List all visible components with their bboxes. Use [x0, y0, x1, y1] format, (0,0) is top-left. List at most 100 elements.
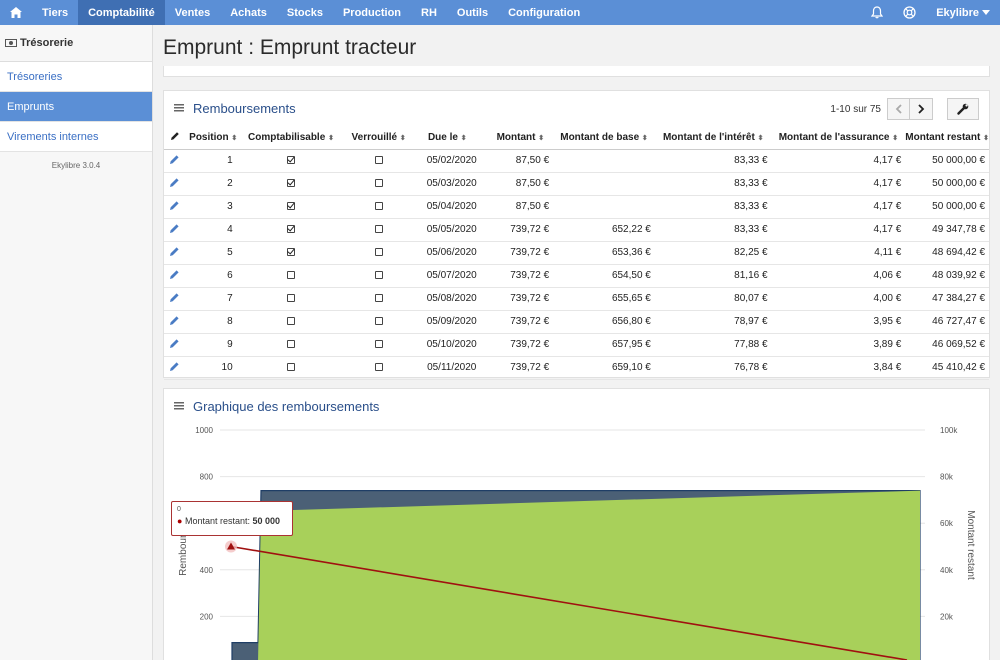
column-header-due-le[interactable]: Due le ⬍ — [415, 126, 488, 150]
help-icon[interactable] — [893, 0, 926, 25]
column-header-montant-restant[interactable]: Montant restant ⬍ — [905, 126, 989, 150]
cell-amount: 739,72 € — [487, 287, 554, 311]
pencil-icon[interactable] — [169, 315, 180, 329]
nav-production[interactable]: Production — [333, 0, 411, 25]
column-header-montant-de-base[interactable]: Montant de base ⬍ — [553, 126, 655, 150]
user-menu[interactable]: Ekylibre — [926, 0, 1000, 25]
cell-position: 6 — [185, 264, 241, 288]
pencil-icon[interactable] — [169, 200, 180, 214]
column-header-montant[interactable]: Montant ⬍ — [487, 126, 554, 150]
accountable-checkbox[interactable] — [286, 271, 295, 280]
cell-insurance-amount: 3,95 € — [771, 310, 906, 334]
cell-position: 7 — [185, 287, 241, 311]
chart-header: Graphique des remboursements — [164, 389, 989, 423]
cell-remaining-amount: 50 000,00 € — [905, 172, 989, 196]
home-icon[interactable] — [0, 0, 32, 25]
table-row: 6 05/07/2020 739,72 €654,50 €81,16 €4,06 €… — [164, 264, 989, 288]
pencil-icon[interactable] — [169, 154, 180, 168]
pencil-icon — [170, 131, 179, 140]
nav-ventes[interactable]: Ventes — [165, 0, 220, 25]
locked-checkbox[interactable] — [374, 156, 383, 165]
locked-checkbox[interactable] — [374, 179, 383, 188]
nav-achats[interactable]: Achats — [220, 0, 277, 25]
next-page-button[interactable] — [910, 98, 933, 120]
sidebar-item-emprunts[interactable]: Emprunts — [0, 92, 152, 122]
accountable-checkbox[interactable] — [286, 225, 295, 234]
pencil-icon[interactable] — [169, 269, 180, 283]
accountable-checkbox[interactable] — [286, 340, 295, 349]
accountable-checkbox[interactable] — [286, 363, 295, 372]
chevron-down-icon — [982, 10, 990, 15]
previous-page-button[interactable] — [887, 98, 910, 120]
bell-icon[interactable] — [861, 0, 893, 25]
locked-checkbox[interactable] — [374, 363, 383, 372]
cell-due-date: 05/04/2020 — [415, 195, 488, 219]
pencil-icon[interactable] — [169, 223, 180, 237]
cell-interest-amount: 77,88 € — [654, 333, 772, 357]
nav-rh[interactable]: RH — [411, 0, 447, 25]
locked-checkbox[interactable] — [374, 225, 383, 234]
accountable-checkbox[interactable] — [286, 202, 295, 211]
column-header-montant-interet[interactable]: Montant de l'intérêt ⬍ — [654, 126, 772, 150]
locked-checkbox[interactable] — [374, 202, 383, 211]
cell-base-amount: 653,36 € — [553, 241, 655, 265]
chevron-left-icon — [895, 104, 902, 114]
nav-comptabilite[interactable]: Comptabilité — [78, 0, 165, 25]
pencil-icon[interactable] — [169, 246, 180, 260]
table-row: 10 05/11/2020 739,72 €659,10 €76,78 €3,84 … — [164, 356, 989, 380]
accountable-checkbox[interactable] — [286, 317, 295, 326]
nav-tiers[interactable]: Tiers — [32, 0, 78, 25]
accountable-checkbox[interactable] — [286, 294, 295, 303]
cell-interest-amount: 83,33 € — [654, 149, 772, 173]
nav-configuration[interactable]: Configuration — [498, 0, 590, 25]
repayments-table: Position ⬍ Comptabilisable ⬍ Verrouillé … — [164, 126, 989, 380]
column-header-verrouille[interactable]: Verrouillé ⬍ — [341, 126, 416, 150]
table-row: 5 05/06/2020 739,72 €653,36 €82,25 €4,11 €… — [164, 241, 989, 265]
user-name: Ekylibre — [936, 6, 979, 19]
cell-due-date: 05/02/2020 — [415, 149, 488, 173]
cell-remaining-amount: 45 410,42 € — [905, 356, 989, 380]
locked-checkbox[interactable] — [374, 271, 383, 280]
cell-interest-amount: 81,16 € — [654, 264, 772, 288]
cell-amount: 87,50 € — [487, 149, 554, 173]
locked-checkbox[interactable] — [374, 248, 383, 257]
settings-button[interactable] — [947, 98, 979, 120]
cell-interest-amount: 76,78 € — [654, 356, 772, 380]
cell-amount: 739,72 € — [487, 333, 554, 357]
cell-base-amount: 652,22 € — [553, 218, 655, 242]
table-header-row: Position ⬍ Comptabilisable ⬍ Verrouillé … — [164, 126, 989, 150]
cell-insurance-amount: 4,17 € — [771, 218, 906, 242]
sidebar-item-virements-internes[interactable]: Virements internes — [0, 122, 152, 152]
table-row: 8 05/09/2020 739,72 €656,80 €78,97 €3,95 €… — [164, 310, 989, 334]
nav-stocks[interactable]: Stocks — [277, 0, 333, 25]
cell-base-amount — [553, 149, 655, 173]
accountable-checkbox[interactable] — [286, 156, 295, 165]
accountable-checkbox[interactable] — [286, 248, 295, 257]
column-header-montant-assurance[interactable]: Montant de l'assurance ⬍ — [771, 126, 906, 150]
page-title: Emprunt : Emprunt tracteur — [163, 36, 417, 59]
pencil-icon[interactable] — [169, 292, 180, 306]
locked-checkbox[interactable] — [374, 340, 383, 349]
nav-outils[interactable]: Outils — [447, 0, 498, 25]
column-header-position[interactable]: Position ⬍ — [185, 126, 241, 150]
sidebar-item-tresoreries[interactable]: Trésoreries — [0, 62, 152, 92]
cell-amount: 87,50 € — [487, 172, 554, 196]
cell-amount: 739,72 € — [487, 241, 554, 265]
locked-checkbox[interactable] — [374, 317, 383, 326]
column-header-comptabilisable[interactable]: Comptabilisable ⬍ — [240, 126, 342, 150]
accountable-checkbox[interactable] — [286, 179, 295, 188]
sidebar-header-label: Trésorerie — [20, 37, 74, 49]
cell-interest-amount: 83,33 € — [654, 218, 772, 242]
sidebar: Trésorerie Trésoreries Emprunts Virement… — [0, 25, 153, 660]
cell-remaining-amount: 46 727,47 € — [905, 310, 989, 334]
cell-amount: 739,72 € — [487, 264, 554, 288]
table-row: 3 05/04/2020 87,50 € 83,33 €4,17 €50 000,00… — [164, 195, 989, 219]
cell-interest-amount: 82,25 € — [654, 241, 772, 265]
tooltip-series-marker: ● — [177, 516, 183, 526]
cell-remaining-amount: 50 000,00 € — [905, 149, 989, 173]
locked-checkbox[interactable] — [374, 294, 383, 303]
pencil-icon[interactable] — [169, 338, 180, 352]
pencil-icon[interactable] — [169, 177, 180, 191]
cell-base-amount: 655,65 € — [553, 287, 655, 311]
pencil-icon[interactable] — [169, 361, 180, 375]
